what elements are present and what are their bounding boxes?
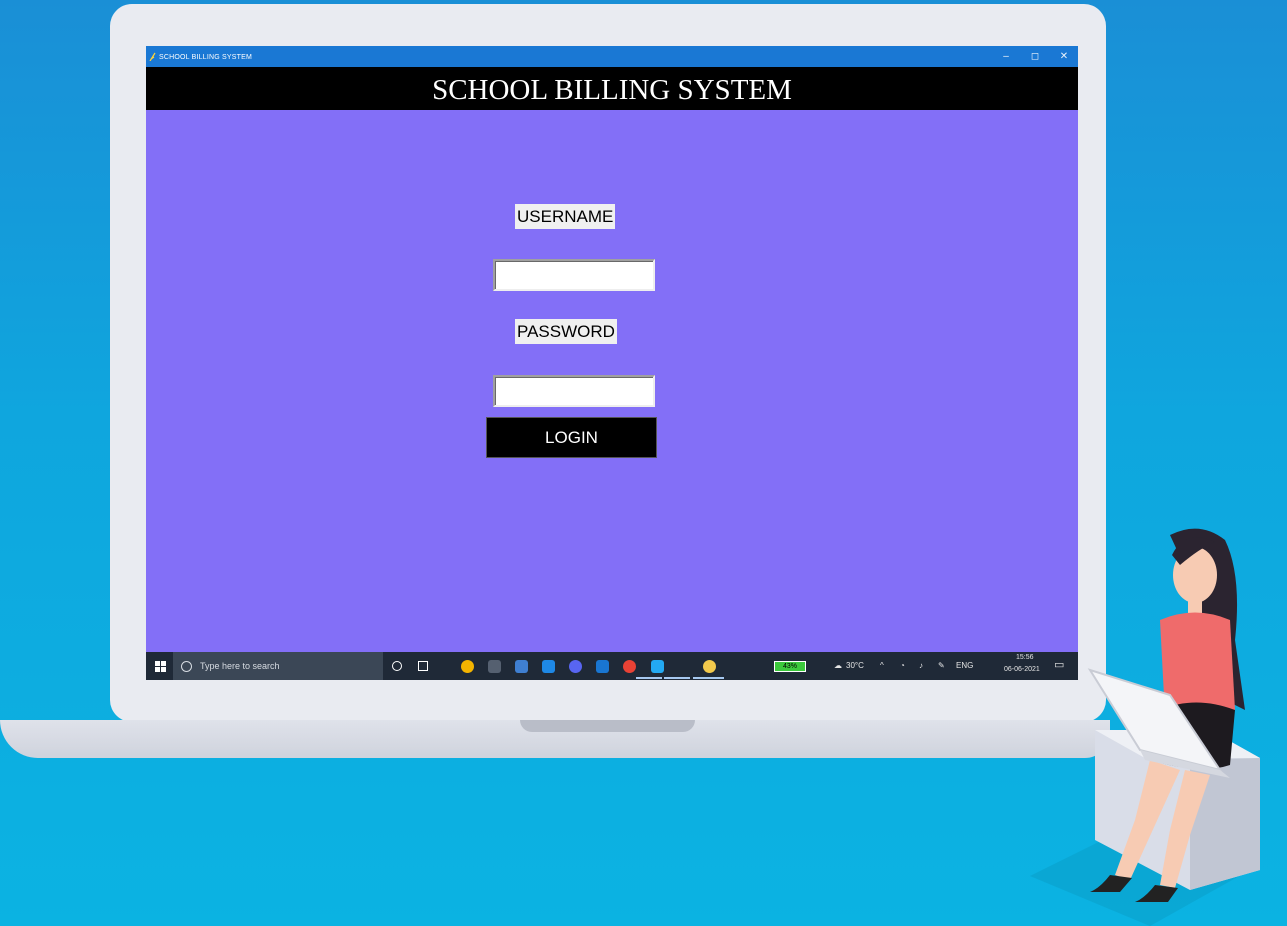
username-label: USERNAME — [515, 204, 616, 229]
discord-icon[interactable] — [569, 660, 582, 673]
login-button[interactable]: LOGIN — [486, 417, 657, 458]
feather-icon — [149, 52, 156, 61]
taskbar: Type here to search 43% ☁ 30°C ^ ◔ ♪ ✎ E… — [146, 652, 1078, 680]
login-panel: USERNAME PASSWORD LOGIN — [146, 110, 1078, 652]
python-idle-icon[interactable] — [703, 660, 716, 673]
close-button[interactable]: ✕ — [1052, 49, 1076, 65]
battery-indicator[interactable]: 43% — [774, 661, 806, 672]
mail-icon[interactable] — [596, 660, 609, 673]
password-field[interactable] — [493, 375, 655, 407]
window-titlebar: SCHOOL BILLING SYSTEM – ◻ ✕ — [146, 46, 1078, 67]
language-indicator[interactable]: ENG — [956, 661, 973, 670]
password-label: PASSWORD — [515, 319, 617, 344]
weather-icon[interactable]: ☁ — [834, 661, 842, 670]
start-button[interactable] — [152, 652, 168, 680]
search-placeholder: Type here to search — [200, 661, 280, 671]
laptop-notch — [520, 720, 695, 732]
l-app-icon[interactable] — [542, 660, 555, 673]
search-icon — [181, 660, 192, 672]
vscode-icon[interactable] — [651, 660, 664, 673]
chrome-icon[interactable] — [461, 660, 474, 673]
active-app-indicator — [636, 677, 662, 679]
task-view-icon[interactable] — [416, 652, 430, 680]
wifi-icon[interactable]: ◔ — [900, 661, 905, 670]
app-header: SCHOOL BILLING SYSTEM — [146, 67, 1078, 110]
windows-icon — [154, 660, 166, 672]
pen-icon[interactable]: ✎ — [938, 661, 945, 670]
python-icon[interactable] — [515, 660, 528, 673]
window-title: SCHOOL BILLING SYSTEM — [159, 54, 253, 61]
terminal-icon[interactable] — [488, 660, 501, 673]
taskbar-search[interactable]: Type here to search — [173, 652, 383, 680]
chrome-alt-icon[interactable] — [623, 660, 636, 673]
active-app-indicator — [664, 677, 690, 679]
woman-with-laptop-illustration — [1030, 528, 1260, 926]
chevron-up-icon[interactable]: ^ — [880, 661, 884, 670]
weather-text[interactable]: 30°C — [846, 661, 864, 670]
username-field[interactable] — [493, 259, 655, 291]
minimize-button[interactable]: – — [994, 49, 1018, 65]
cortana-icon[interactable] — [390, 652, 404, 680]
app-window: SCHOOL BILLING SYSTEM – ◻ ✕ SCHOOL BILLI… — [146, 46, 1078, 680]
maximize-button[interactable]: ◻ — [1023, 49, 1047, 65]
active-app-indicator — [693, 677, 724, 679]
speaker-icon[interactable]: ♪ — [919, 661, 923, 670]
